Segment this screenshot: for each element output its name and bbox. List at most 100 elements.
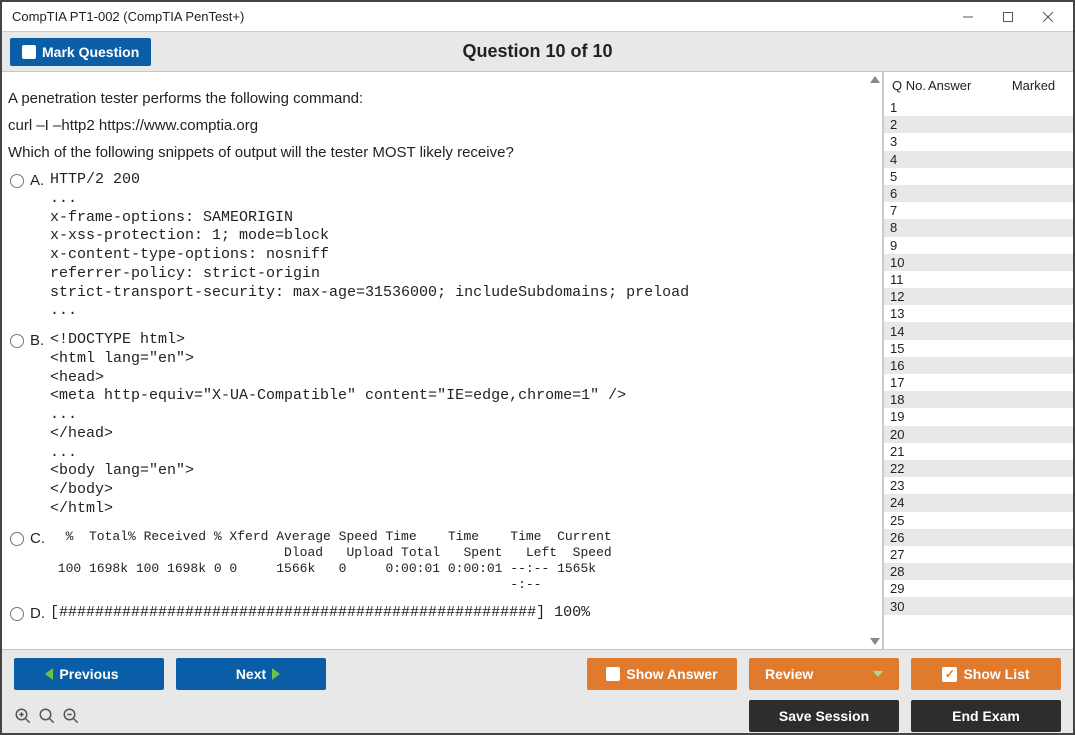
question-row[interactable]: 29 (884, 580, 1073, 597)
question-row-number: 16 (884, 358, 924, 373)
question-row[interactable]: 20 (884, 426, 1073, 443)
save-session-button[interactable]: Save Session (749, 700, 899, 732)
review-button[interactable]: Review (749, 658, 899, 690)
app-window: CompTIA PT1-002 (CompTIA PenTest+) Mark … (0, 0, 1075, 735)
previous-label: Previous (59, 666, 118, 682)
question-row-number: 19 (884, 409, 924, 424)
title-bar: CompTIA PT1-002 (CompTIA PenTest+) (2, 2, 1073, 32)
close-button[interactable] (1029, 3, 1067, 31)
main-area: A penetration tester performs the follow… (2, 72, 1073, 649)
question-row[interactable]: 28 (884, 563, 1073, 580)
header-marked: Marked (998, 78, 1069, 93)
review-label: Review (765, 666, 813, 682)
question-row-number: 30 (884, 599, 924, 614)
radio-b[interactable] (10, 334, 24, 348)
question-row[interactable]: 13 (884, 305, 1073, 322)
button-row-2: Save Session End Exam (14, 700, 1061, 732)
question-row[interactable]: 27 (884, 546, 1073, 563)
question-row[interactable]: 9 (884, 237, 1073, 254)
end-exam-button[interactable]: End Exam (911, 700, 1061, 732)
minimize-button[interactable] (949, 3, 987, 31)
question-row[interactable]: 10 (884, 254, 1073, 271)
question-row[interactable]: 2 (884, 116, 1073, 133)
question-row-number: 13 (884, 306, 924, 321)
maximize-button[interactable] (989, 3, 1027, 31)
question-text-2: curl –I –http2 https://www.comptia.org (8, 117, 874, 134)
question-row[interactable]: 8 (884, 219, 1073, 236)
show-list-label: Show List (963, 666, 1029, 682)
question-row-number: 8 (884, 220, 924, 235)
question-content[interactable]: A penetration tester performs the follow… (2, 72, 883, 649)
question-row[interactable]: 3 (884, 133, 1073, 150)
question-row-number: 5 (884, 169, 924, 184)
question-row-number: 26 (884, 530, 924, 545)
bottom-bar: Previous Next Show Answer Review ✓ Show … (2, 649, 1073, 733)
show-list-button[interactable]: ✓ Show List (911, 658, 1061, 690)
answer-option-d[interactable]: D. [####################################… (8, 604, 874, 623)
answer-option-c[interactable]: C. % Total% Received % Xferd Average Spe… (8, 529, 874, 594)
next-button[interactable]: Next (176, 658, 326, 690)
show-answer-button[interactable]: Show Answer (587, 658, 737, 690)
answer-code: % Total% Received % Xferd Average Speed … (50, 529, 874, 594)
question-row[interactable]: 5 (884, 168, 1073, 185)
answer-option-a[interactable]: A. HTTP/2 200 ... x-frame-options: SAMEO… (8, 171, 874, 321)
question-row[interactable]: 30 (884, 597, 1073, 614)
question-row[interactable]: 12 (884, 288, 1073, 305)
question-row[interactable]: 16 (884, 357, 1073, 374)
question-row-number: 9 (884, 238, 924, 253)
question-row[interactable]: 25 (884, 512, 1073, 529)
mark-question-button[interactable]: Mark Question (10, 38, 151, 66)
question-row[interactable]: 23 (884, 477, 1073, 494)
next-label: Next (236, 666, 266, 682)
answer-option-b[interactable]: B. <!DOCTYPE html> <html lang="en"> <hea… (8, 331, 874, 519)
question-row-number: 17 (884, 375, 924, 390)
question-row[interactable]: 4 (884, 151, 1073, 168)
question-row-number: 18 (884, 392, 924, 407)
question-row[interactable]: 6 (884, 185, 1073, 202)
header-answer: Answer (928, 78, 998, 93)
question-row-number: 27 (884, 547, 924, 562)
show-answer-label: Show Answer (626, 666, 717, 682)
question-row-number: 25 (884, 513, 924, 528)
checkmark-icon: ✓ (942, 667, 957, 682)
question-row[interactable]: 7 (884, 202, 1073, 219)
question-row[interactable]: 26 (884, 529, 1073, 546)
question-sidebar: Q No. Answer Marked 12345678910111213141… (883, 72, 1073, 649)
question-row[interactable]: 11 (884, 271, 1073, 288)
answer-code: <!DOCTYPE html> <html lang="en"> <head> … (50, 331, 874, 519)
question-row-number: 2 (884, 117, 924, 132)
previous-button[interactable]: Previous (14, 658, 164, 690)
zoom-in-icon[interactable] (14, 707, 32, 725)
window-title: CompTIA PT1-002 (CompTIA PenTest+) (8, 9, 244, 24)
answer-letter: A. (30, 172, 50, 189)
question-row[interactable]: 17 (884, 374, 1073, 391)
question-row[interactable]: 1 (884, 99, 1073, 116)
answer-code: [#######################################… (50, 604, 874, 623)
question-text-1: A penetration tester performs the follow… (8, 90, 874, 107)
question-row[interactable]: 18 (884, 391, 1073, 408)
answer-code: HTTP/2 200 ... x-frame-options: SAMEORIG… (50, 171, 874, 321)
question-row-number: 7 (884, 203, 924, 218)
scroll-up-icon (870, 76, 880, 83)
question-row-number: 28 (884, 564, 924, 579)
question-row-number: 3 (884, 134, 924, 149)
zoom-out-icon[interactable] (62, 707, 80, 725)
end-exam-label: End Exam (952, 708, 1020, 724)
radio-d[interactable] (10, 607, 24, 621)
question-row[interactable]: 22 (884, 460, 1073, 477)
question-row[interactable]: 15 (884, 340, 1073, 357)
question-row[interactable]: 21 (884, 443, 1073, 460)
question-row[interactable]: 14 (884, 322, 1073, 339)
question-row-number: 6 (884, 186, 924, 201)
answer-letter: C. (30, 530, 50, 547)
question-list[interactable]: 1234567891011121314151617181920212223242… (884, 99, 1073, 649)
zoom-icon[interactable] (38, 707, 56, 725)
question-row-number: 20 (884, 427, 924, 442)
radio-a[interactable] (10, 174, 24, 188)
question-row[interactable]: 19 (884, 408, 1073, 425)
checkbox-icon (22, 45, 36, 59)
save-session-label: Save Session (779, 708, 869, 724)
question-row[interactable]: 24 (884, 494, 1073, 511)
radio-c[interactable] (10, 532, 24, 546)
sidebar-header: Q No. Answer Marked (884, 72, 1073, 99)
